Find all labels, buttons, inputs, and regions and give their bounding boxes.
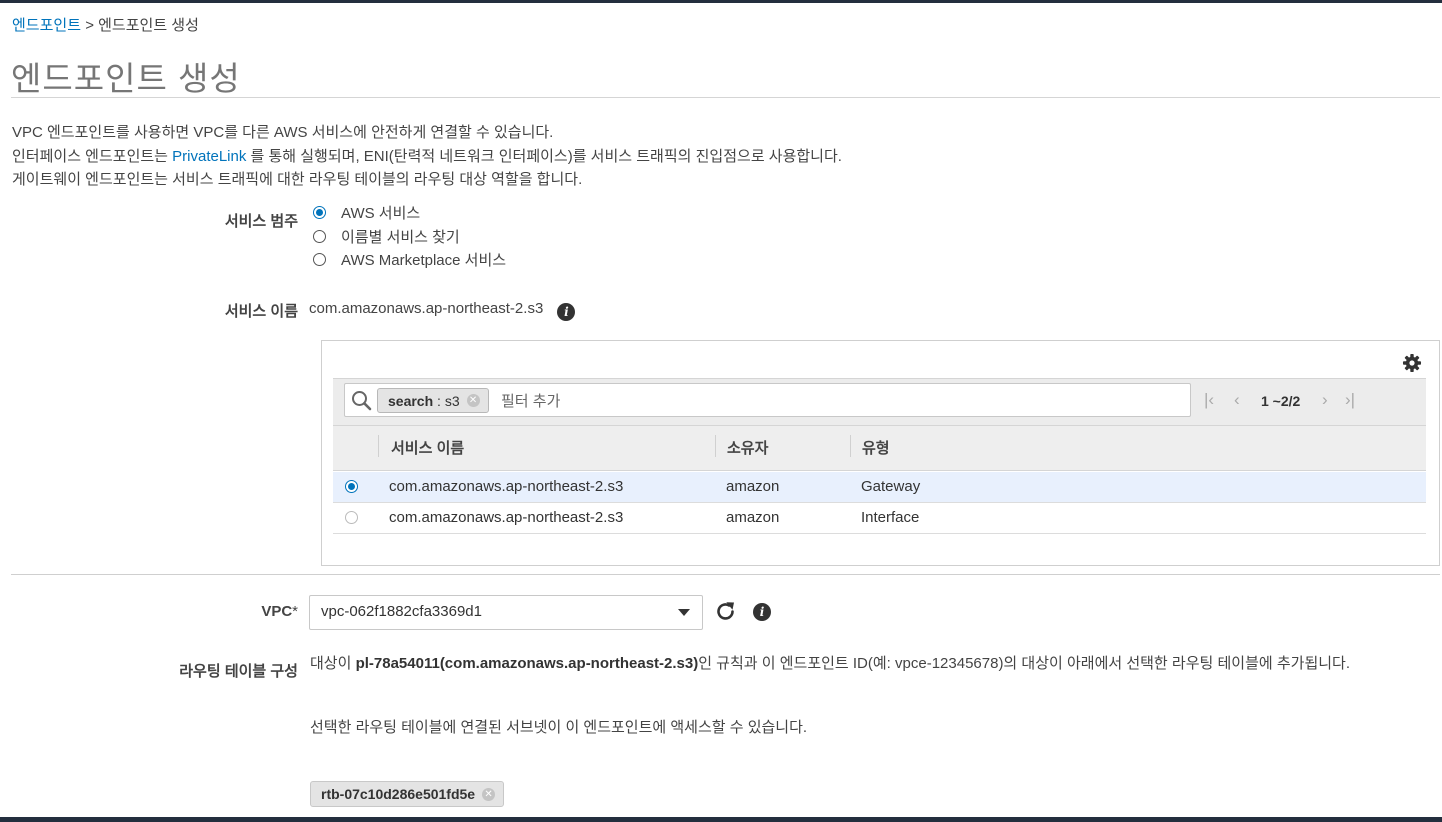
route-table-token[interactable]: rtb-07c10d286e501fd5e ✕ [310,781,505,807]
radio-label: AWS 서비스 [341,205,421,223]
cell-service-name: com.amazonaws.ap-northeast-2.s3 [389,478,624,495]
radio-option-aws-services[interactable]: AWS 서비스 [313,201,506,225]
first-page-icon[interactable]: |‹ [1204,390,1214,410]
prev-page-icon[interactable]: ‹ [1234,390,1240,410]
column-divider [715,435,716,457]
column-divider [378,435,379,457]
bottom-bar [0,817,1442,822]
cell-type: Gateway [861,478,921,495]
service-name-label: 서비스 이름 [224,303,298,320]
pagination-text: 1 ~2/2 [1261,393,1301,409]
route-table-description: 대상이 pl-78a54011(com.amazonaws.ap-northea… [310,655,1351,672]
vpc-label: VPC* [261,603,298,620]
refresh-icon[interactable] [714,600,737,627]
description-line-1: VPC 엔드포인트를 사용하면 VPC를 다른 AWS 서비스에 안전하게 연결… [12,124,554,141]
chevron-down-icon[interactable] [678,609,690,616]
vpc-select-value: vpc-062f1882cfa3369d1 [321,603,482,620]
column-header-service-name[interactable]: 서비스 이름 [391,437,464,458]
route-table-note: 선택한 라우팅 테이블에 연결된 서브넷이 이 엔드포인트에 액세스할 수 있습… [310,719,808,736]
top-bar [0,0,1442,3]
gear-icon[interactable] [1402,353,1422,377]
column-divider [850,435,851,457]
breadcrumb-current: 엔드포인트 생성 [98,17,199,34]
column-header-type[interactable]: 유형 [862,437,890,458]
description-line-2: 인터페이스 엔드포인트는 PrivateLink 를 통해 실행되며, ENI(… [12,147,842,165]
remove-token-icon[interactable]: ✕ [482,787,496,801]
description-line-3: 게이트웨이 엔드포인트는 서비스 트래픽에 대한 라우팅 테이블의 라우팅 대상… [12,171,583,188]
row-radio-button[interactable] [345,480,358,493]
info-icon[interactable]: i [557,303,576,321]
table-row[interactable]: com.amazonaws.ap-northeast-2.s3 amazon I… [333,503,1426,534]
radio-button[interactable] [313,253,326,267]
section-divider [11,574,1440,575]
radio-label: AWS Marketplace 서비스 [341,252,507,270]
search-icon [351,390,372,415]
radio-label: 이름별 서비스 찾기 [341,228,460,246]
filter-placeholder: 필터 추가 [501,393,561,410]
row-radio-button[interactable] [345,511,358,524]
service-category-label: 서비스 범주 [224,213,298,230]
cell-owner: amazon [726,478,780,495]
title-divider [11,97,1440,98]
table-row[interactable]: com.amazonaws.ap-northeast-2.s3 amazon G… [333,472,1426,503]
search-filter-token[interactable]: search : s3 ✕ [377,388,489,413]
radio-option-find-by-name[interactable]: 이름별 서비스 찾기 [313,225,506,249]
page-description: VPC 엔드포인트를 사용하면 VPC를 다른 AWS 서비스에 안전하게 연결… [12,121,842,192]
cell-owner: amazon [726,509,780,526]
page-title: 엔드포인트 생성 [11,60,241,97]
breadcrumb-separator: > [85,17,94,34]
privatelink-link[interactable]: PrivateLink [172,148,246,165]
info-icon[interactable]: i [753,603,771,621]
remove-token-icon[interactable]: ✕ [466,394,480,407]
radio-button[interactable] [313,229,326,243]
prefix-list-id: pl-78a54011(com.amazonaws.ap-northeast-2… [355,655,699,672]
route-table-label: 라우팅 테이블 구성 [179,663,298,680]
radio-option-marketplace[interactable]: AWS Marketplace 서비스 [313,248,506,272]
cell-service-name: com.amazonaws.ap-northeast-2.s3 [389,509,624,526]
service-name-value: com.amazonaws.ap-northeast-2.s3 i [309,300,576,321]
cell-type: Interface [861,509,920,526]
radio-button[interactable] [313,206,326,220]
next-page-icon[interactable]: › [1322,390,1328,410]
service-category-radio-group: AWS 서비스 이름별 서비스 찾기 AWS Marketplace 서비스 [313,201,506,272]
breadcrumb: 엔드포인트 > 엔드포인트 생성 [12,14,199,35]
last-page-icon[interactable]: ›| [1345,390,1355,410]
breadcrumb-endpoints-link[interactable]: 엔드포인트 [12,17,81,34]
column-header-owner[interactable]: 소유자 [727,437,768,458]
